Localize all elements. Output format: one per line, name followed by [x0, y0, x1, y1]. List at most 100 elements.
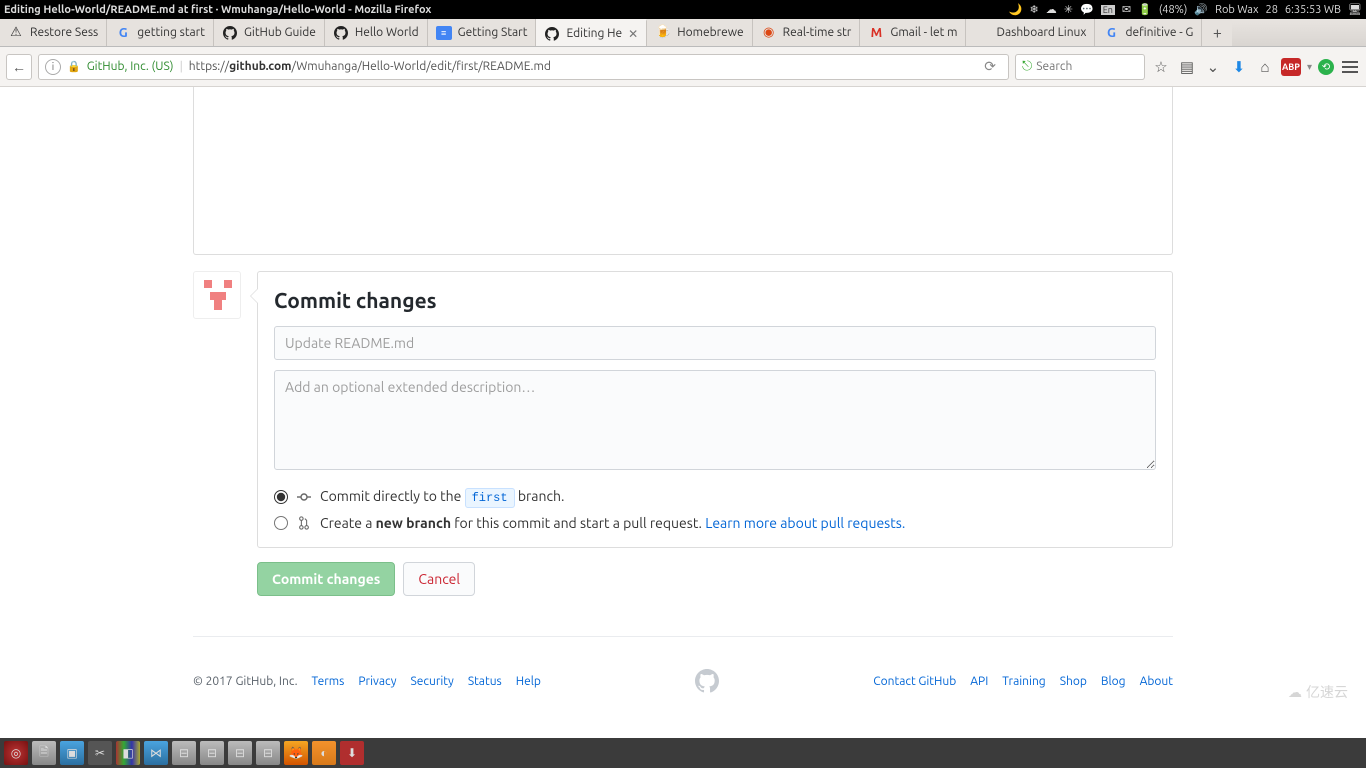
copyright: © 2017 GitHub, Inc. — [193, 675, 298, 688]
extension-icon[interactable]: ⟲ — [1318, 59, 1334, 75]
footer-link-help[interactable]: Help — [516, 675, 541, 688]
desktop-taskbar: ◎ 🗎 ▣ ✂ ◧ ⋈ ⊟ ⊟ ⊟ ⊟ 🦊 ◐ ⬇ — [0, 738, 1366, 768]
battery-icon[interactable]: 🔋 — [1138, 3, 1152, 16]
window-title: Editing Hello-World/README.md at first ·… — [4, 4, 431, 16]
commit-newbranch-option[interactable]: Create a new branch for this commit and … — [274, 515, 1156, 531]
google-icon: G — [115, 25, 131, 41]
avatar — [193, 271, 241, 319]
search-box[interactable]: ⎋ — [1015, 54, 1145, 80]
browser-tabstrip: ⚠Restore Sess Ggetting start GitHub Guid… — [0, 19, 1366, 47]
homebrew-icon: 🍺 — [655, 25, 671, 41]
info-icon[interactable]: i — [45, 59, 61, 75]
url-text: https://github.com/Wmuhanga/Hello-World/… — [189, 60, 551, 73]
branch-name: first — [465, 488, 515, 508]
drive-icon[interactable]: ⊟ — [172, 741, 196, 765]
tab-getting-start-doc[interactable]: ≡Getting Start — [428, 19, 537, 46]
footer-link-terms[interactable]: Terms — [312, 675, 345, 688]
search-input[interactable] — [1036, 60, 1126, 73]
learn-more-link[interactable]: Learn more about pull requests. — [705, 515, 905, 531]
tray-icon[interactable]: ✳ — [1064, 3, 1073, 16]
footer-link-about[interactable]: About — [1140, 675, 1173, 688]
gmail-icon: M — [868, 25, 884, 41]
tray-icon[interactable]: En — [1101, 5, 1115, 15]
footer-link-status[interactable]: Status — [468, 675, 502, 688]
tab-hello-world[interactable]: Hello World — [325, 19, 428, 46]
commit-summary-input[interactable] — [274, 326, 1156, 360]
show-apps-icon[interactable]: ◎ — [4, 741, 28, 765]
github-mark-icon[interactable] — [695, 669, 719, 693]
tab-gmail[interactable]: MGmail - let m — [860, 19, 966, 46]
app-icon[interactable]: ⋈ — [144, 741, 168, 765]
tab-definitive[interactable]: Gdefinitive - G — [1095, 19, 1202, 46]
github-icon — [222, 25, 238, 41]
tray-icon[interactable]: 💬 — [1080, 3, 1094, 16]
tray-icon[interactable]: ☁ — [1046, 3, 1057, 16]
radio-direct[interactable] — [274, 490, 288, 504]
adblock-icon[interactable]: ABP — [1281, 58, 1301, 76]
footer-link-blog[interactable]: Blog — [1101, 675, 1126, 688]
search-engine-icon: ⎋ — [1022, 59, 1032, 74]
github-icon — [544, 26, 560, 42]
cancel-button[interactable]: Cancel — [403, 562, 475, 596]
footer-link-privacy[interactable]: Privacy — [358, 675, 396, 688]
tab-github-guide[interactable]: GitHub Guide — [214, 19, 325, 46]
tray-icon[interactable]: 🌙 — [1009, 3, 1023, 16]
footer-link-security[interactable]: Security — [411, 675, 454, 688]
footer-link-shop[interactable]: Shop — [1060, 675, 1087, 688]
editor-area[interactable] — [193, 87, 1173, 255]
google-icon: G — [1103, 25, 1119, 41]
menu-button[interactable] — [1340, 57, 1360, 77]
tools-icon[interactable]: ✂ — [88, 741, 112, 765]
app-icon[interactable]: ▣ — [60, 741, 84, 765]
tab-realtime[interactable]: ◉Real-time str — [753, 19, 861, 46]
library-icon[interactable]: ▤ — [1177, 57, 1197, 77]
tray-icon[interactable]: ❄ — [1030, 3, 1039, 16]
site-identity: GitHub, Inc. (US) — [87, 60, 174, 73]
tab-dashboard[interactable]: Dashboard Linux — [966, 19, 1095, 46]
home-icon[interactable]: ⌂ — [1255, 57, 1275, 77]
battery-text: (48%) — [1159, 4, 1188, 16]
commit-changes-button[interactable]: Commit changes — [257, 562, 395, 596]
drive-icon[interactable]: ⊟ — [228, 741, 252, 765]
drive-icon[interactable]: ⊟ — [200, 741, 224, 765]
watermark: ☁亿速云 — [1288, 682, 1348, 702]
commit-direct-option[interactable]: Commit directly to the first branch. — [274, 488, 1156, 505]
files-icon[interactable]: 🗎 — [32, 741, 56, 765]
app-icon[interactable]: ◐ — [312, 741, 336, 765]
chevron-down-icon[interactable]: ▾ — [1307, 61, 1312, 73]
ubuntu-icon: ◉ — [761, 25, 777, 41]
browser-toolbar: ← i 🔒 GitHub, Inc. (US) | https://github… — [0, 47, 1366, 87]
tab-homebrew[interactable]: 🍺Homebrewe — [647, 19, 752, 46]
commit-description-input[interactable] — [274, 370, 1156, 470]
blank-icon — [974, 25, 990, 41]
back-button[interactable]: ← — [6, 54, 32, 80]
doc-icon: ≡ — [436, 26, 452, 40]
app-icon[interactable]: ⬇ — [340, 741, 364, 765]
footer-link-training[interactable]: Training — [1002, 675, 1045, 688]
close-icon[interactable]: ✕ — [628, 27, 638, 41]
radio-newbranch[interactable] — [274, 516, 288, 530]
bookmark-star-icon[interactable]: ☆ — [1151, 57, 1171, 77]
volume-icon[interactable]: 🔊 — [1194, 3, 1208, 16]
reload-icon[interactable]: ⟳ — [978, 58, 1002, 75]
firefox-icon[interactable]: 🦊 — [284, 741, 308, 765]
user-name[interactable]: Rob Wax — [1215, 4, 1258, 16]
warning-icon: ⚠ — [8, 25, 24, 41]
tab-editing-hello[interactable]: Editing He✕ — [536, 19, 647, 46]
tab-restore[interactable]: ⚠Restore Sess — [0, 19, 107, 46]
footer-link-api[interactable]: API — [970, 675, 988, 688]
tab-getting-started[interactable]: Ggetting start — [107, 19, 214, 46]
commit-panel: Commit changes Commit directly to the fi… — [257, 271, 1173, 548]
pocket-icon[interactable]: ⌄ — [1203, 57, 1223, 77]
app-icon[interactable]: ◧ — [116, 741, 140, 765]
lock-icon: 🔒 — [67, 60, 81, 73]
new-tab-button[interactable]: + — [1202, 19, 1232, 46]
address-bar[interactable]: i 🔒 GitHub, Inc. (US) | https://github.c… — [38, 54, 1009, 80]
monitor-icon[interactable]: 🖥 — [1348, 3, 1362, 16]
downloads-icon[interactable]: ⬇ — [1229, 57, 1249, 77]
git-pull-request-icon — [296, 515, 312, 531]
footer-link-contact[interactable]: Contact GitHub — [873, 675, 956, 688]
tray-icon[interactable]: ✉ — [1122, 3, 1131, 16]
page-footer: © 2017 GitHub, Inc. Terms Privacy Securi… — [193, 637, 1173, 725]
drive-icon[interactable]: ⊟ — [256, 741, 280, 765]
